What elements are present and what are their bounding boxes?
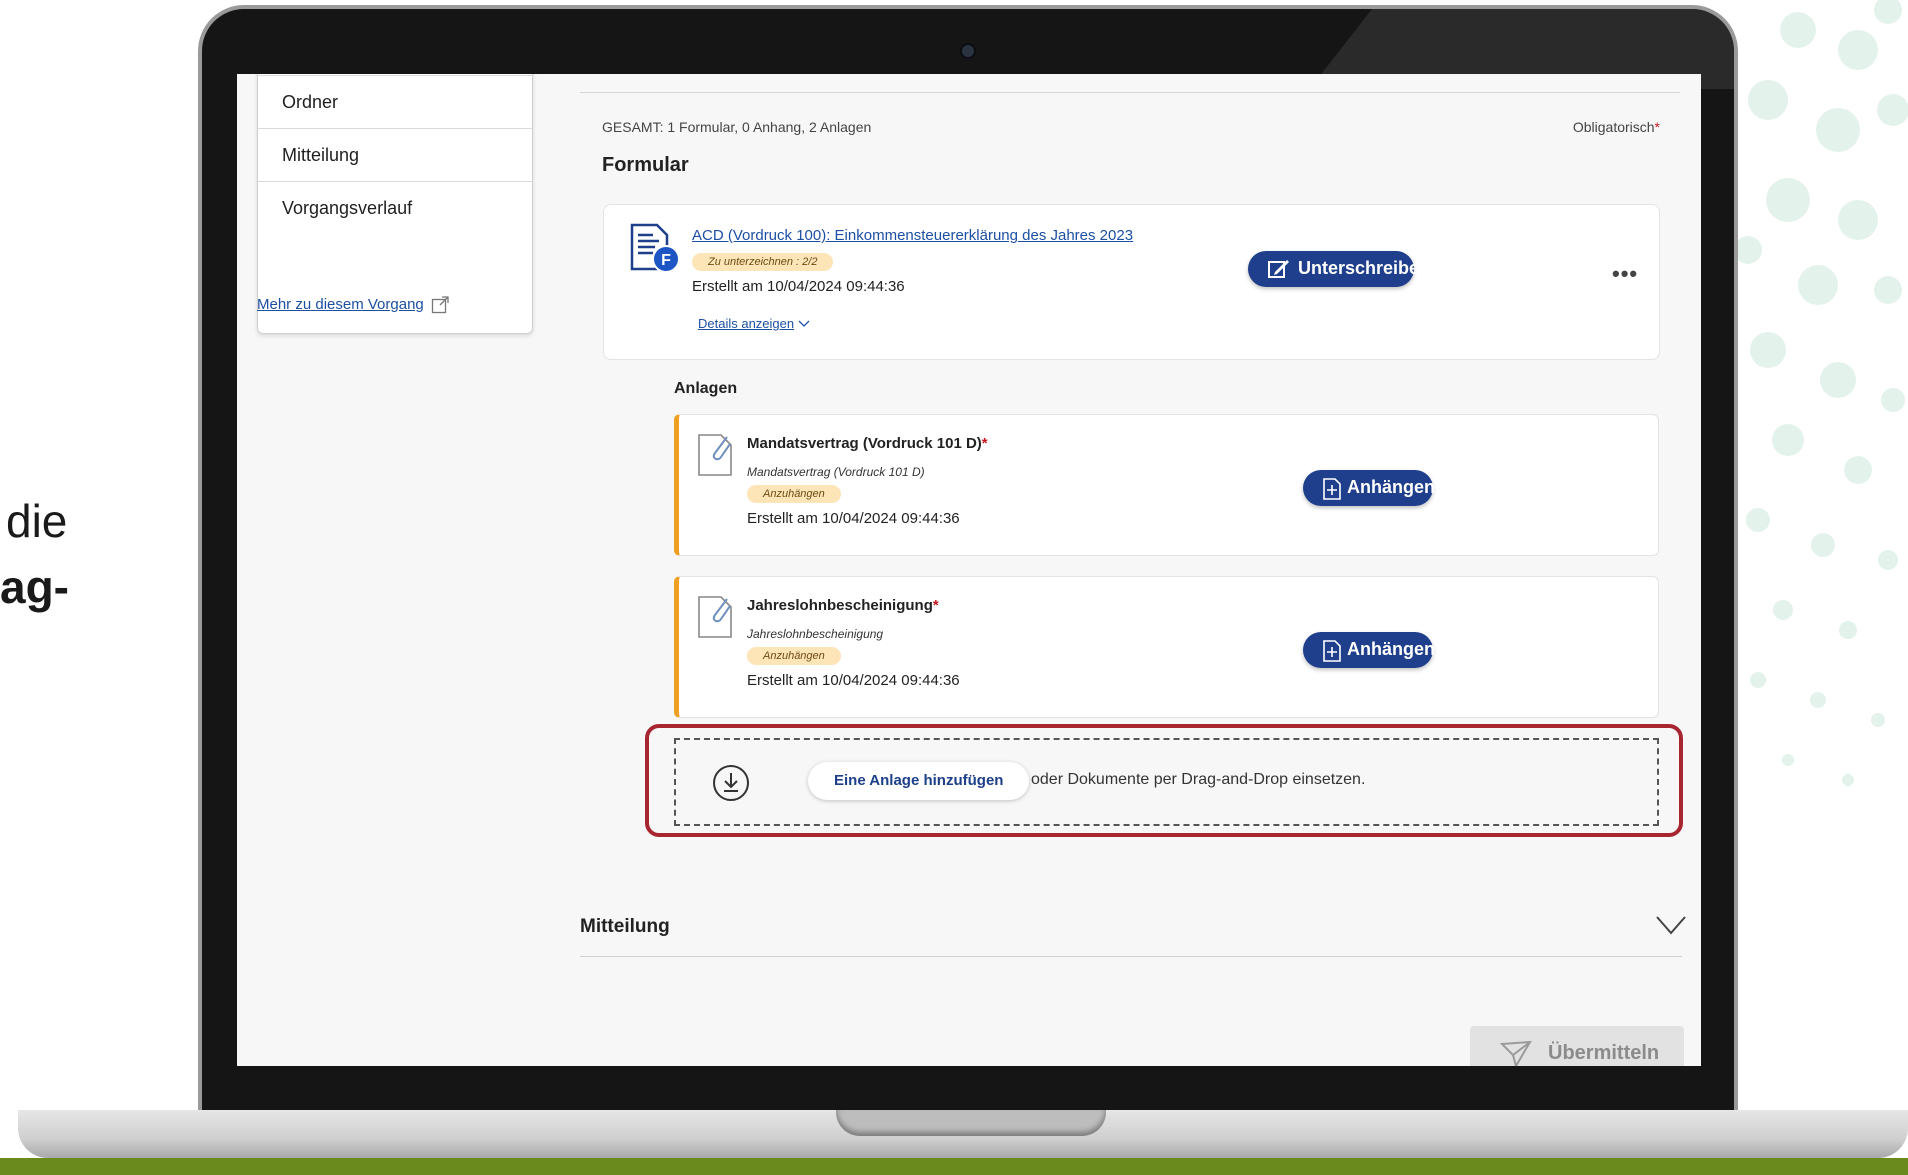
attach-file-icon [1323,478,1341,500]
summary-text: GESAMT: 1 Formular, 0 Anhang, 2 Anlagen [602,119,872,135]
footer-bar [0,1158,1908,1175]
send-icon [1500,1040,1532,1066]
submit-button[interactable]: Übermitteln [1470,1026,1684,1066]
attachment-title: Jahreslohnbescheinigung* [747,597,939,614]
app-screen: Ordner Mitteilung Vorgangsverlauf Mehr z… [237,74,1701,1066]
section-title-anlagen: Anlagen [674,380,738,397]
nav-item-vorgangsverlauf[interactable]: Vorgangsverlauf [258,181,532,234]
paperclip-document-icon [698,434,732,476]
drop-hint-text: oder Dokumente per Drag-and-Drop einsetz… [1031,771,1366,788]
attachment-title-text: Mandatsvertrag (Vordruck 101 D) [747,435,982,452]
sign-pen-icon [1268,260,1289,278]
divider [580,92,1680,93]
attach-file-icon [1323,640,1341,662]
created-date: Erstellt am 10/04/2024 09:44:36 [747,672,960,689]
attachment-card: Mandatsvertrag (Vordruck 101 D)* Mandats… [674,414,1659,556]
more-options-icon[interactable]: ••• [1612,261,1638,287]
divider [580,956,1682,957]
required-marker: * [981,435,988,452]
sign-button[interactable]: Unterschreiben [1248,251,1430,287]
slide-text-line-2: ag- [0,561,69,613]
status-badge: Zu unterzeichnen : 2/2 [692,253,834,271]
chevron-down-icon[interactable] [1655,914,1687,936]
external-link-icon[interactable] [431,296,449,314]
decorative-dot-pattern [1734,0,1908,786]
drop-zone[interactable]: Eine Anlage hinzufügen oder Dokumente pe… [674,738,1659,826]
paperclip-document-icon [698,596,732,638]
attachment-subtitle: Mandatsvertrag (Vordruck 101 D) [747,465,925,479]
attach-button[interactable]: Anhängen [1303,632,1435,668]
nav-item-ordner[interactable]: Ordner [258,75,532,128]
status-badge: Anzuhängen [747,485,841,503]
attachment-subtitle: Jahreslohnbescheinigung [747,627,884,641]
form-document-icon: F [630,223,680,273]
add-attachment-button[interactable]: Eine Anlage hinzufügen [808,762,1030,800]
attachment-title: Mandatsvertrag (Vordruck 101 D)* [747,435,988,452]
attachment-card: Jahreslohnbescheinigung* Jahreslohnbesch… [674,576,1659,718]
form-card: F ACD (Vordruck 100): Einkommensteuererk… [603,204,1660,360]
sign-button-label: Unterschreiben [1298,258,1431,278]
svg-text:F: F [661,252,671,269]
required-marker: * [1654,119,1660,135]
attachment-title-text: Jahreslohnbescheinigung [747,597,933,614]
mandatory-label: Obligatorisch [1572,119,1655,135]
submit-button-label: Übermitteln [1548,1042,1660,1064]
details-toggle-link[interactable]: Details anzeigen [698,316,794,331]
nav-item-mitteilung[interactable]: Mitteilung [258,128,532,181]
status-badge: Anzuhängen [747,647,841,665]
attach-button[interactable]: Anhängen [1303,470,1435,506]
section-title-formular: Formular [602,154,689,176]
slide-text-line-1: die [6,495,68,547]
section-title-mitteilung[interactable]: Mitteilung [580,916,670,938]
more-about-process-link[interactable]: Mehr zu diesem Vorgang [257,296,424,313]
created-date: Erstellt am 10/04/2024 09:44:36 [747,510,960,527]
form-title-link[interactable]: ACD (Vordruck 100): Einkommensteuererklä… [692,227,1133,244]
download-icon [713,765,749,801]
camera-icon [960,43,976,59]
mandatory-legend: Obligatorisch* [1573,119,1660,135]
attach-button-label: Anhängen [1347,639,1435,659]
side-nav: Ordner Mitteilung Vorgangsverlauf [257,74,533,334]
laptop-notch [836,1110,1106,1136]
created-date: Erstellt am 10/04/2024 09:44:36 [692,278,905,295]
chevron-down-icon[interactable] [798,318,810,330]
required-marker: * [932,597,939,614]
attach-button-label: Anhängen [1347,477,1435,497]
